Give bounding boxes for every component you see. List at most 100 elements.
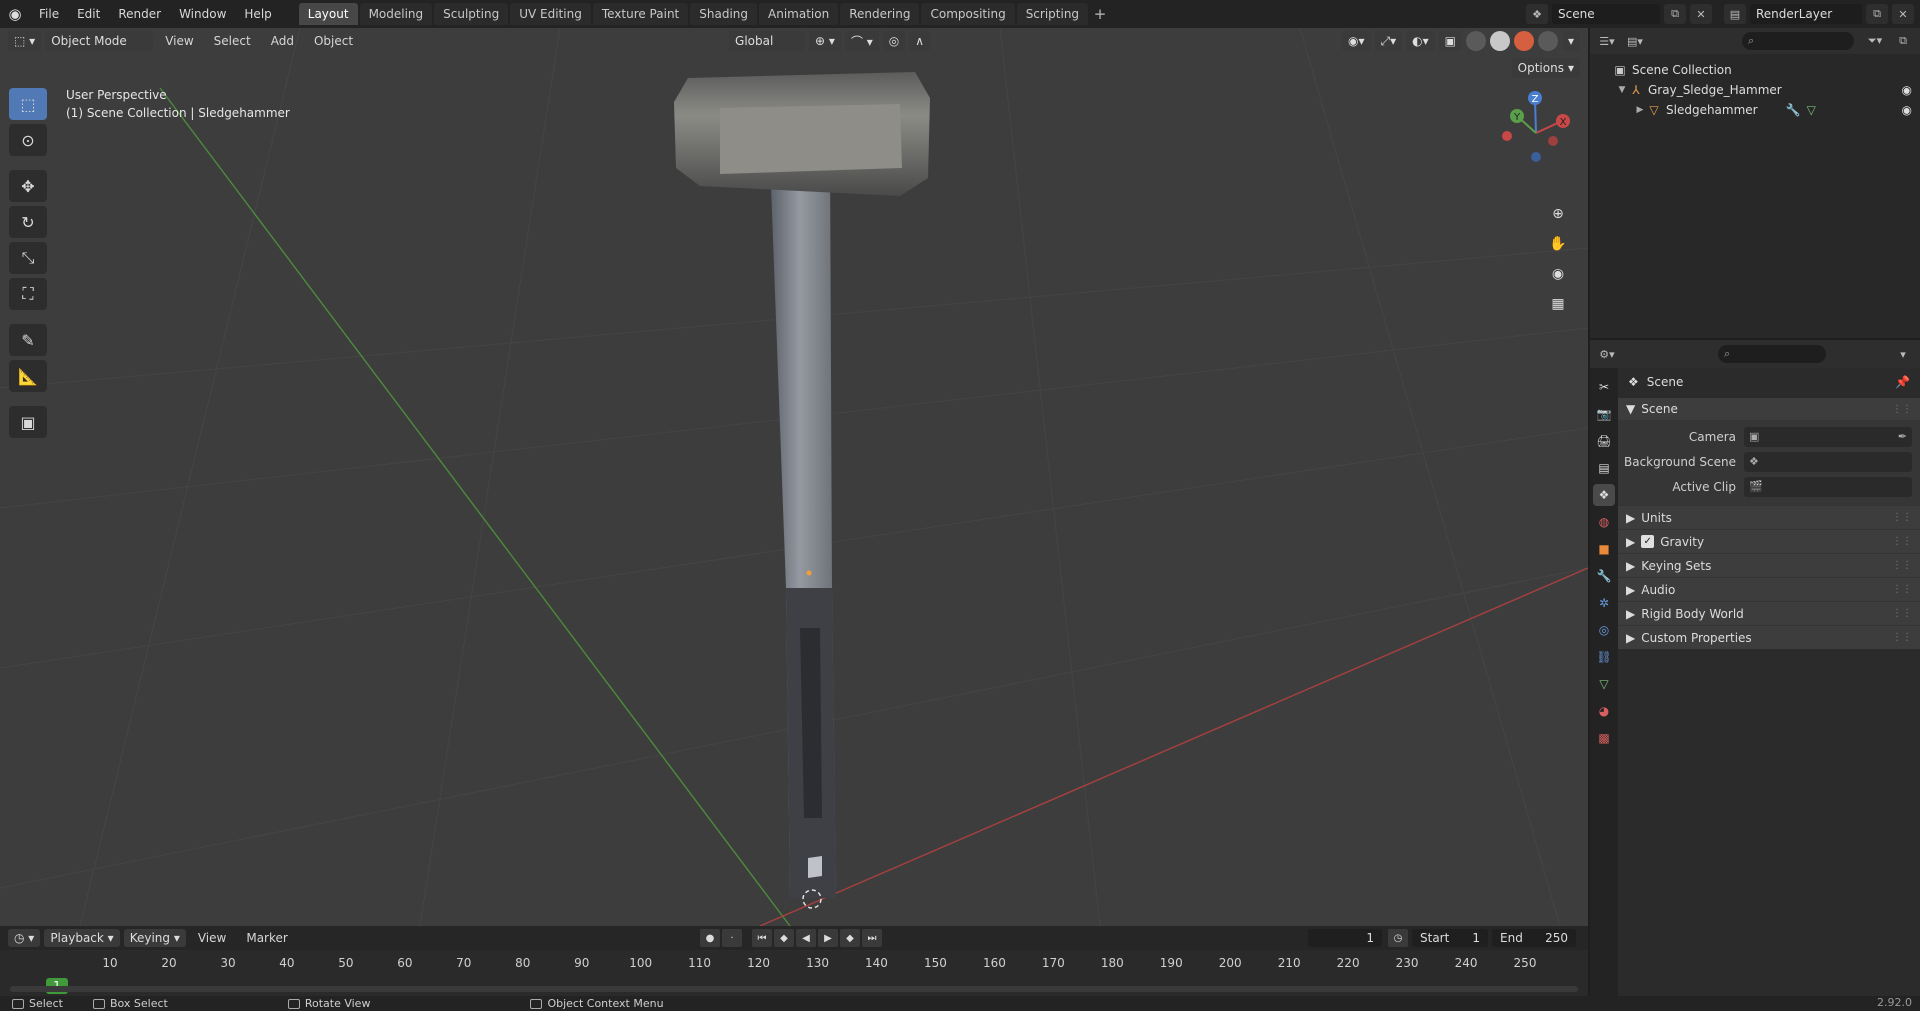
start-frame-field[interactable]: Start 1 bbox=[1412, 929, 1488, 947]
material-tab-icon[interactable]: ◕ bbox=[1593, 700, 1615, 722]
keying-sets-panel-header[interactable]: ▶ Keying Sets ⋮⋮ bbox=[1618, 553, 1920, 577]
units-panel-header[interactable]: ▶ Units ⋮⋮ bbox=[1618, 505, 1920, 529]
outliner-search-input[interactable]: ⌕ bbox=[1742, 32, 1854, 50]
render-tab-icon[interactable]: 📷 bbox=[1593, 403, 1615, 425]
gravity-checkbox[interactable]: ✓ bbox=[1641, 535, 1655, 548]
outliner-row-scene-collection[interactable]: ▣ Scene Collection bbox=[1590, 60, 1920, 80]
zoom-icon[interactable]: ⊕ bbox=[1544, 200, 1572, 228]
object-tab-icon[interactable]: ■ bbox=[1593, 538, 1615, 560]
timeline-ruler[interactable]: 1 10203040506070809010011012013014015016… bbox=[0, 950, 1588, 996]
tab-animation[interactable]: Animation bbox=[759, 3, 839, 25]
new-collection-icon[interactable]: ⧉ bbox=[1892, 31, 1914, 51]
tab-uv-editing[interactable]: UV Editing bbox=[510, 3, 591, 25]
menu-select[interactable]: Select bbox=[206, 34, 259, 48]
pivot-icon[interactable]: ⊕ ▾ bbox=[809, 31, 841, 51]
view-layer-tab-icon[interactable]: ▤ bbox=[1593, 457, 1615, 479]
play-reverse-icon[interactable]: ◀ bbox=[796, 929, 816, 947]
3d-viewport[interactable]: Z X Y ⬚ ▾ Object Mode View Select Add Ob… bbox=[0, 28, 1588, 926]
mode-dropdown[interactable]: Object Mode bbox=[45, 31, 154, 51]
menu-add[interactable]: Add bbox=[263, 34, 302, 48]
visibility-eye-icon[interactable]: ◉ bbox=[1902, 103, 1912, 117]
physics-tab-icon[interactable]: ◎ bbox=[1593, 619, 1615, 641]
editor-type-button[interactable]: ⬚ ▾ bbox=[8, 31, 42, 51]
delete-scene-icon[interactable]: ✕ bbox=[1690, 4, 1712, 24]
playback-menu[interactable]: Playback ▾ bbox=[44, 929, 120, 947]
current-frame-field[interactable]: 1 bbox=[1308, 929, 1382, 947]
tab-rendering[interactable]: Rendering bbox=[840, 3, 920, 25]
timeline-view-menu[interactable]: View bbox=[190, 931, 234, 945]
collapse-arrow-icon[interactable]: ▶ bbox=[1634, 105, 1646, 115]
filter-icon[interactable]: ⏷▾ bbox=[1864, 31, 1886, 51]
record-icon[interactable]: ● bbox=[700, 929, 720, 947]
scene-selector-icon[interactable]: ❖ bbox=[1526, 4, 1548, 24]
properties-editor-type-icon[interactable]: ⚙▾ bbox=[1596, 344, 1618, 364]
tab-texture-paint[interactable]: Texture Paint bbox=[592, 3, 689, 25]
prev-keyframe-icon[interactable]: ◆ bbox=[774, 929, 794, 947]
preview-range-icon[interactable]: ◷ bbox=[1388, 929, 1408, 947]
constraints-tab-icon[interactable]: ⛓ bbox=[1593, 646, 1615, 668]
tab-modeling[interactable]: Modeling bbox=[359, 3, 433, 25]
annotate-tool-icon[interactable]: ✎ bbox=[9, 324, 47, 356]
next-keyframe-icon[interactable]: ◆ bbox=[840, 929, 860, 947]
eyedropper-icon[interactable]: ✒ bbox=[1898, 430, 1907, 443]
new-scene-icon[interactable]: ⧉ bbox=[1664, 4, 1686, 24]
menu-edit[interactable]: Edit bbox=[68, 0, 109, 28]
jump-start-icon[interactable]: ⏮ bbox=[752, 929, 772, 947]
menu-file[interactable]: File bbox=[30, 0, 68, 28]
rigid-body-world-panel-header[interactable]: ▶ Rigid Body World ⋮⋮ bbox=[1618, 601, 1920, 625]
drag-handle-icon[interactable]: ⋮⋮ bbox=[1892, 536, 1912, 547]
snap-icon[interactable]: ⌒ ▾ bbox=[844, 31, 879, 51]
data-tab-icon[interactable]: ▽ bbox=[1593, 673, 1615, 695]
outliner-editor[interactable]: ☰▾ ▤▾ ⌕ ⏷▾ ⧉ ▣ Scene Collection ▼ ⅄ Gray… bbox=[1588, 28, 1920, 338]
drag-handle-icon[interactable]: ⋮⋮ bbox=[1892, 584, 1912, 595]
drag-handle-icon[interactable]: ⋮⋮ bbox=[1892, 404, 1912, 415]
transform-orientation-dropdown[interactable]: Global bbox=[729, 31, 806, 51]
texture-tab-icon[interactable]: ▩ bbox=[1593, 727, 1615, 749]
menu-help[interactable]: Help bbox=[235, 0, 280, 28]
modifier-tab-icon[interactable]: 🔧 bbox=[1593, 565, 1615, 587]
tab-sculpting[interactable]: Sculpting bbox=[434, 3, 509, 25]
timeline-editor-type-icon[interactable]: ◷ ▾ bbox=[8, 929, 41, 947]
tool-tab-icon[interactable]: ✂ bbox=[1593, 376, 1615, 398]
properties-editor[interactable]: ⚙▾ ⌕ ▾ ✂ 📷 🖨 ▤ ❖ ◍ ■ 🔧 ✲ ◎ ⛓ ▽ ◕ ▩ ❖ Sce… bbox=[1588, 338, 1920, 998]
timeline-scrollbar[interactable] bbox=[10, 986, 1578, 992]
drag-handle-icon[interactable]: ⋮⋮ bbox=[1892, 560, 1912, 571]
timeline-editor[interactable]: ◷ ▾ Playback ▾ Keying ▾ View Marker ● · … bbox=[0, 926, 1588, 996]
tab-scripting[interactable]: Scripting bbox=[1016, 3, 1089, 25]
active-clip-field[interactable]: 🎬 bbox=[1744, 476, 1912, 497]
tab-shading[interactable]: Shading bbox=[690, 3, 757, 25]
add-cube-tool-icon[interactable]: ▣ bbox=[9, 406, 47, 438]
properties-options-icon[interactable]: ▾ bbox=[1892, 344, 1914, 364]
particles-tab-icon[interactable]: ✲ bbox=[1593, 592, 1615, 614]
menu-render[interactable]: Render bbox=[109, 0, 170, 28]
view-layer-selector-icon[interactable]: ▤ bbox=[1724, 4, 1746, 24]
transform-tool-icon[interactable]: ⛶ bbox=[9, 278, 47, 310]
visibility-eye-icon[interactable]: ◉ bbox=[1902, 83, 1912, 97]
pin-icon[interactable]: 📌 bbox=[1895, 375, 1910, 389]
move-tool-icon[interactable]: ✥ bbox=[9, 170, 47, 202]
measure-tool-icon[interactable]: 📐 bbox=[9, 360, 47, 392]
output-tab-icon[interactable]: 🖨 bbox=[1593, 430, 1615, 452]
camera-field[interactable]: ▣ ✒ bbox=[1744, 426, 1912, 447]
properties-search-input[interactable]: ⌕ bbox=[1718, 345, 1826, 363]
scale-tool-icon[interactable]: ⤡ bbox=[9, 242, 47, 274]
tab-layout[interactable]: Layout bbox=[298, 3, 358, 25]
perspective-toggle-icon[interactable]: ▦ bbox=[1544, 290, 1572, 318]
expand-arrow-icon[interactable]: ▼ bbox=[1616, 85, 1628, 95]
select-box-tool-icon[interactable]: ⬚ bbox=[9, 88, 47, 120]
auto-keying-options-icon[interactable]: · bbox=[722, 929, 742, 947]
mesh-data-icon[interactable]: ▽ bbox=[1807, 103, 1816, 117]
menu-window[interactable]: Window bbox=[170, 0, 235, 28]
navigation-gizmo[interactable]: Z X Y bbox=[1502, 91, 1570, 162]
add-workspace-button[interactable]: + bbox=[1090, 3, 1110, 25]
view-layer-field[interactable]: RenderLayer bbox=[1750, 4, 1862, 24]
proportional-edit-icon[interactable]: ◎ bbox=[882, 31, 906, 51]
audio-panel-header[interactable]: ▶ Audio ⋮⋮ bbox=[1618, 577, 1920, 601]
outliner-row-gray-sledge-hammer[interactable]: ▼ ⅄ Gray_Sledge_Hammer ◉ bbox=[1590, 80, 1920, 100]
tab-compositing[interactable]: Compositing bbox=[921, 3, 1015, 25]
scene-panel-header[interactable]: ▼ Scene ⋮⋮ bbox=[1618, 398, 1920, 420]
menu-view[interactable]: View bbox=[157, 34, 201, 48]
outliner-row-sledgehammer[interactable]: ▶ ▽ Sledgehammer 🔧 ▽ ◉ bbox=[1590, 100, 1920, 120]
camera-view-icon[interactable]: ◉ bbox=[1544, 260, 1572, 288]
play-icon[interactable]: ▶ bbox=[818, 929, 838, 947]
